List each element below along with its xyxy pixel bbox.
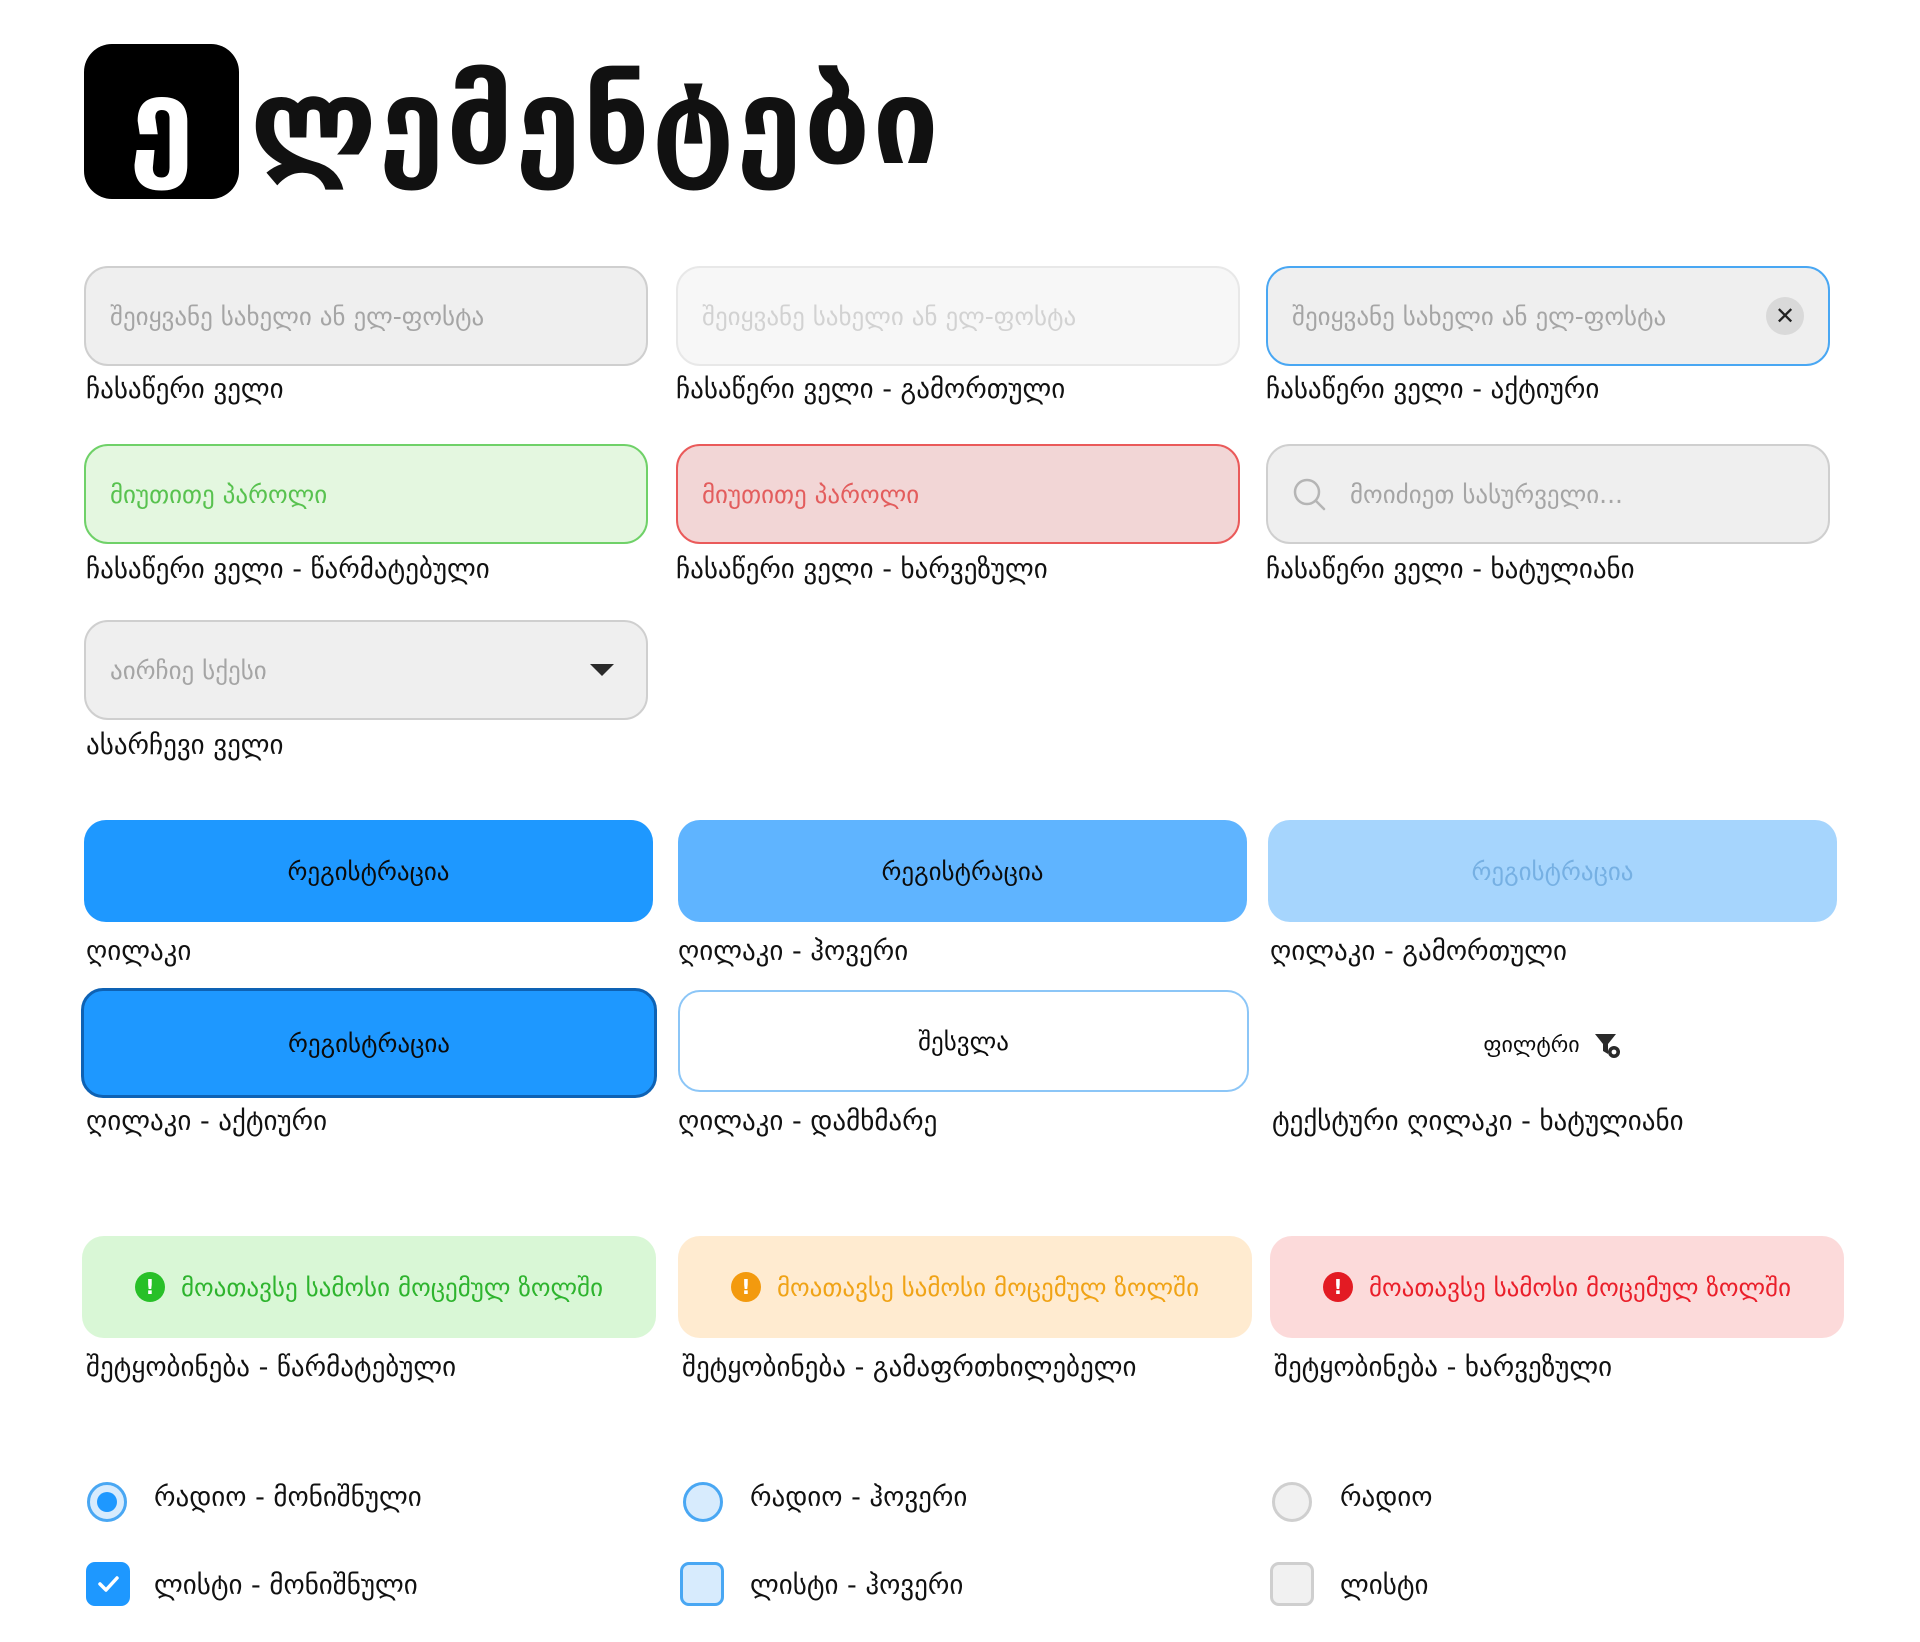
input-placeholder: მიუთითე პაროლი bbox=[702, 479, 920, 509]
text-input-default[interactable]: შეიყვანე სახელი ან ელ-ფოსტა bbox=[84, 266, 648, 366]
button-label: რეგისტრაცია bbox=[288, 1028, 450, 1058]
label-alert-success: შეტყობინება - წარმატებული bbox=[86, 1352, 457, 1383]
filter-icon bbox=[1594, 1034, 1620, 1058]
title-initial: ე bbox=[128, 52, 195, 191]
input-placeholder: შეიყვანე სახელი ან ელ-ფოსტა bbox=[1292, 301, 1667, 331]
label-radio-checked: რადიო - მონიშნული bbox=[154, 1482, 422, 1513]
button-label: რეგისტრაცია bbox=[881, 856, 1044, 886]
label-radio-hover: რადიო - ჰოვერი bbox=[750, 1482, 968, 1513]
alert-error-icon: ! bbox=[1322, 1272, 1353, 1302]
alert-message: მოათავსე სამოსი მოცემულ ზოლში bbox=[1368, 1272, 1792, 1302]
caret-down-icon bbox=[590, 664, 614, 676]
alert-warning: ! მოათავსე სამოსი მოცემულ ზოლში bbox=[678, 1236, 1252, 1338]
text-input-disabled: შეიყვანე სახელი ან ელ-ფოსტა bbox=[676, 266, 1240, 366]
label-button-primary: ღილაკი bbox=[86, 936, 192, 967]
input-placeholder: მოიძიეთ სასურველი... bbox=[1350, 479, 1623, 509]
page-title: ლემენტები bbox=[250, 53, 941, 191]
radio-checked[interactable] bbox=[87, 1482, 127, 1522]
label-input-disabled: ჩასაწერი ველი - გამორთული bbox=[676, 374, 1066, 405]
checkbox-hover[interactable] bbox=[680, 1562, 724, 1606]
radio-unchecked[interactable] bbox=[1272, 1482, 1312, 1522]
search-icon bbox=[1293, 478, 1326, 511]
label-input-success: ჩასაწერი ველი - წარმატებული bbox=[86, 554, 490, 585]
label-alert-error: შეტყობინება - ხარვეზული bbox=[1274, 1352, 1613, 1383]
button-label: რეგისტრაცია bbox=[287, 856, 450, 886]
alert-success: ! მოათავსე სამოსი მოცემულ ზოლში bbox=[82, 1236, 656, 1338]
alert-message: მოათავსე სამოსი მოცემულ ზოლში bbox=[180, 1272, 604, 1302]
register-button-active[interactable]: რეგისტრაცია bbox=[81, 988, 657, 1098]
select-placeholder: აირჩიე სქესი bbox=[110, 655, 267, 685]
filter-text-button[interactable]: ფილტრი bbox=[1268, 994, 1837, 1096]
label-button-text-icon: ტექსტური ღილაკი - ხატულიანი bbox=[1272, 1106, 1684, 1137]
label-checkbox-hover: ლისტი - ჰოვერი bbox=[750, 1570, 964, 1601]
checkbox-checked[interactable] bbox=[86, 1562, 130, 1606]
input-placeholder: შეიყვანე სახელი ან ელ-ფოსტა bbox=[702, 301, 1077, 331]
register-button-disabled: რეგისტრაცია bbox=[1268, 820, 1837, 922]
login-button-secondary[interactable]: შესვლა bbox=[678, 990, 1249, 1092]
label-checkbox-checked: ლისტი - მონიშნული bbox=[154, 1570, 418, 1601]
password-input-error[interactable]: მიუთითე პაროლი bbox=[676, 444, 1240, 544]
register-button-primary[interactable]: რეგისტრაცია bbox=[84, 820, 653, 922]
button-label: შესვლა bbox=[918, 1026, 1009, 1056]
title-badge: ე bbox=[84, 44, 239, 199]
alert-warning-icon: ! bbox=[730, 1272, 761, 1302]
label-input-error: ჩასაწერი ველი - ხარვეზული bbox=[676, 554, 1048, 585]
alert-error: ! მოათავსე სამოსი მოცემულ ზოლში bbox=[1270, 1236, 1844, 1338]
text-input-active[interactable]: შეიყვანე სახელი ან ელ-ფოსტა ✕ bbox=[1266, 266, 1830, 366]
register-button-hover[interactable]: რეგისტრაცია bbox=[678, 820, 1247, 922]
label-input-active: ჩასაწერი ველი - აქტიური bbox=[1266, 374, 1600, 405]
input-placeholder: მიუთითე პაროლი bbox=[110, 479, 328, 509]
label-checkbox: ლისტი bbox=[1340, 1570, 1429, 1601]
radio-hover[interactable] bbox=[683, 1482, 723, 1522]
checkmark-icon bbox=[98, 1576, 119, 1592]
search-input[interactable]: მოიძიეთ სასურველი... bbox=[1266, 444, 1830, 544]
button-label: ფილტრი bbox=[1483, 1032, 1580, 1058]
password-input-success[interactable]: მიუთითე პაროლი bbox=[84, 444, 648, 544]
gender-select[interactable]: აირჩიე სქესი bbox=[84, 620, 648, 720]
alert-message: მოათავსე სამოსი მოცემულ ზოლში bbox=[776, 1272, 1200, 1302]
button-label: რეგისტრაცია bbox=[1471, 856, 1634, 886]
label-alert-warning: შეტყობინება - გამაფრთხილებელი bbox=[682, 1352, 1137, 1383]
label-button-disabled: ღილაკი - გამორთული bbox=[1270, 936, 1567, 967]
label-radio: რადიო bbox=[1340, 1482, 1433, 1513]
radio-dot bbox=[97, 1492, 117, 1512]
label-input-icon: ჩასაწერი ველი - ხატულიანი bbox=[1266, 554, 1635, 585]
alert-success-icon: ! bbox=[134, 1272, 165, 1302]
checkbox-unchecked[interactable] bbox=[1270, 1562, 1314, 1606]
label-input-default: ჩასაწერი ველი bbox=[86, 374, 284, 405]
input-placeholder: შეიყვანე სახელი ან ელ-ფოსტა bbox=[110, 301, 485, 331]
label-select: ასარჩევი ველი bbox=[86, 730, 284, 761]
label-button-secondary: ღილაკი - დამხმარე bbox=[678, 1106, 938, 1137]
label-button-active: ღილაკი - აქტიური bbox=[86, 1106, 328, 1137]
clear-icon[interactable]: ✕ bbox=[1766, 297, 1804, 335]
label-button-hover: ღილაკი - ჰოვერი bbox=[678, 936, 909, 967]
